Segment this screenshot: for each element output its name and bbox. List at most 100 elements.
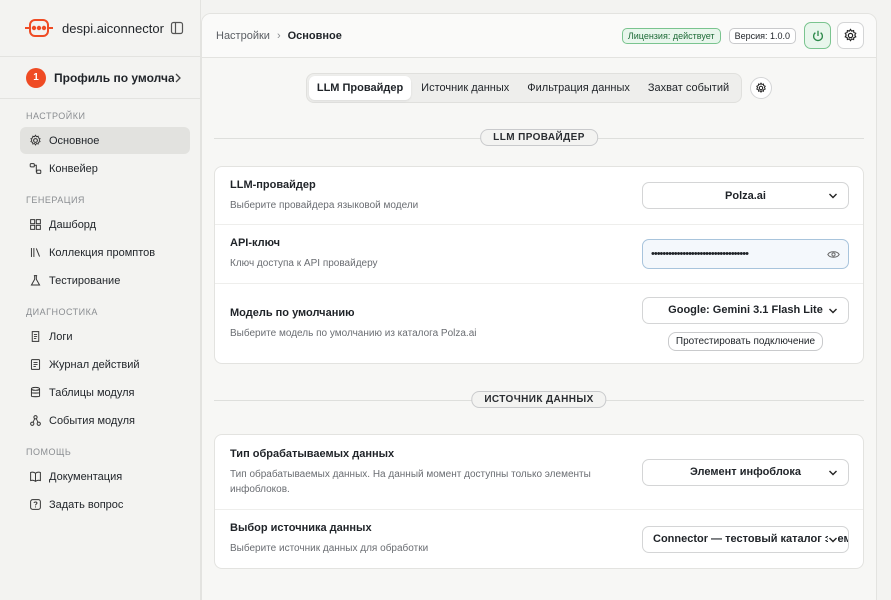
logs-icon — [31, 331, 40, 342]
setting-label: Выбор источника данных — [230, 522, 372, 534]
provider-select[interactable]: Polza.ai — [642, 182, 849, 209]
data-type-select[interactable]: Элемент инфоблока — [642, 458, 849, 486]
setting-label: Тип обрабатываемых данных — [230, 447, 395, 460]
section-divider-llm: LLM ПРОВАЙДЕР — [214, 129, 864, 147]
logo-icon — [25, 19, 53, 37]
sidebar-item-prompts[interactable]: Коллекция промптов — [20, 239, 190, 266]
breadcrumb-current: Основное — [287, 29, 342, 42]
section-title-help: ПОМОЩЬ — [26, 447, 72, 457]
setting-row-data-type: Тип обрабатываемых данных Тип обрабатыва… — [215, 435, 863, 510]
setting-description: Выберите провайдера языковой модели — [230, 199, 419, 211]
power-button[interactable] — [804, 22, 831, 49]
setting-label: LLM-провайдер — [230, 178, 316, 191]
chevron-down-icon — [828, 468, 838, 477]
chevron-down-icon — [828, 535, 838, 544]
select-value: Polza.ai — [725, 189, 766, 202]
select-value: Элемент инфоблока — [689, 466, 802, 478]
database-icon — [30, 386, 41, 398]
setting-label: Модель по умолчанию — [230, 306, 355, 319]
sidebar-item-label: Журнал действий — [49, 358, 140, 371]
profile-name: Профиль по умолчан... — [54, 70, 174, 85]
top-header: Настройки › Основное Лицензия: действует… — [202, 14, 876, 58]
select-value: Connector — тестовый каталог элементов — [653, 533, 849, 545]
setting-description: Выберите модель по умолчанию из каталога… — [230, 327, 477, 339]
sidebar-item-events[interactable]: События модуля — [20, 407, 190, 434]
sidebar-item-docs[interactable]: Документация — [20, 463, 190, 490]
profile-badge: 1 — [26, 67, 46, 88]
tab-llm-provider[interactable]: LLM Провайдер — [308, 76, 412, 100]
eye-icon[interactable] — [827, 249, 840, 260]
chevron-down-icon — [828, 192, 838, 200]
sidebar-item-logs[interactable]: Логи — [20, 323, 190, 350]
license-badge: Лицензия: действует — [621, 27, 721, 44]
sidebar-item-label: Коллекция промптов — [49, 246, 156, 259]
brand: despi.aiconnector — [0, 0, 200, 57]
setting-row-provider: LLM-провайдер Выберите провайдера языков… — [215, 167, 863, 225]
section-title: ИСТОЧНИК ДАННЫХ — [471, 391, 607, 408]
sidebar-item-dashboard[interactable]: Дашборд — [20, 211, 190, 238]
tab-event-capture[interactable]: Захват событий — [640, 76, 737, 100]
gear-icon — [30, 134, 41, 146]
question-icon — [30, 499, 41, 510]
journal-icon — [30, 359, 41, 370]
section-title-settings: НАСТРОЙКИ — [26, 111, 86, 121]
sidebar-item-label: События модуля — [49, 414, 135, 427]
sidebar-item-label: Основное — [49, 134, 100, 147]
sidebar-item-label: Логи — [49, 330, 73, 343]
gear-icon — [756, 82, 767, 94]
chevron-right-icon — [175, 73, 181, 82]
llm-settings-card: LLM-провайдер Выберите провайдера языков… — [214, 166, 864, 364]
events-icon — [30, 415, 41, 426]
sidebar-item-label: Задать вопрос — [49, 498, 124, 511]
sidebar-item-tables[interactable]: Таблицы модуля — [20, 379, 190, 406]
main-panel: Настройки › Основное Лицензия: действует… — [201, 13, 877, 600]
sidebar-item-label: Документация — [49, 470, 123, 483]
data-source-card: Тип обрабатываемых данных Тип обрабатыва… — [214, 434, 864, 569]
sidebar-collapse-icon[interactable] — [170, 21, 184, 35]
breadcrumb-separator-icon: › — [276, 29, 281, 42]
pipeline-icon — [29, 163, 42, 174]
sidebar: despi.aiconnector 1 Профиль по умолчан..… — [0, 0, 201, 600]
chevron-down-icon — [828, 306, 838, 315]
sidebar-item-general[interactable]: Основное — [20, 127, 190, 154]
sidebar-item-journal[interactable]: Журнал действий — [20, 351, 190, 378]
setting-description: Ключ доступа к API провайдеру — [230, 258, 378, 269]
sidebar-item-label: Таблицы модуля — [49, 386, 135, 399]
test-connection-button[interactable]: Протестировать подключение — [667, 331, 824, 351]
dashboard-icon — [30, 219, 41, 230]
tab-data-source[interactable]: Источник данных — [413, 76, 517, 100]
setting-label: API-ключ — [230, 237, 280, 249]
version-badge: Версия: 1.0.0 — [728, 27, 796, 44]
sidebar-item-pipeline[interactable]: Конвейер — [20, 155, 190, 182]
sidebar-item-label: Тестирование — [49, 274, 121, 287]
power-icon — [812, 30, 823, 41]
book-icon — [30, 471, 41, 482]
profile-selector[interactable]: 1 Профиль по умолчан... — [0, 57, 200, 99]
sidebar-item-testing[interactable]: Тестирование — [20, 267, 190, 294]
setting-row-model: Модель по умолчанию Выберите модель по у… — [215, 284, 863, 363]
tabs-bar: LLM Провайдер Источник данных Фильтрация… — [202, 73, 876, 103]
breadcrumb: Настройки › Основное — [216, 30, 622, 42]
sidebar-item-ask[interactable]: Задать вопрос — [20, 491, 190, 518]
gear-icon — [844, 28, 857, 42]
setting-description: Тип обрабатываемых данных. На данный мом… — [230, 468, 591, 495]
setting-row-data-source: Выбор источника данных Выберите источник… — [215, 510, 863, 568]
setting-description: Выберите источник данных для обработки — [230, 543, 429, 554]
setting-row-api-key: API-ключ Ключ доступа к API провайдеру •… — [215, 225, 863, 284]
section-title-diagnostics: ДИАГНОСТИКА — [26, 307, 98, 317]
tab-list: LLM Провайдер Источник данных Фильтрация… — [305, 73, 743, 103]
settings-button[interactable] — [837, 22, 864, 49]
select-value: Google: Gemini 3.1 Flash Lite — [668, 304, 823, 316]
breadcrumb-parent[interactable]: Настройки — [216, 30, 270, 42]
api-key-value: •••••••••••••••••••••••••••••••••• — [651, 248, 749, 260]
api-key-input[interactable]: •••••••••••••••••••••••••••••••••• — [642, 239, 849, 269]
model-select[interactable]: Google: Gemini 3.1 Flash Lite — [642, 296, 849, 324]
library-icon — [30, 248, 41, 257]
data-source-select[interactable]: Connector — тестовый каталог элементов — [642, 525, 849, 553]
tab-settings-button[interactable] — [750, 77, 773, 99]
tab-data-filter[interactable]: Фильтрация данных — [519, 76, 638, 100]
flask-icon — [30, 275, 41, 286]
sidebar-item-label: Дашборд — [49, 218, 97, 231]
section-title: LLM ПРОВАЙДЕР — [480, 129, 598, 146]
section-title-generation: ГЕНЕРАЦИЯ — [26, 195, 85, 205]
